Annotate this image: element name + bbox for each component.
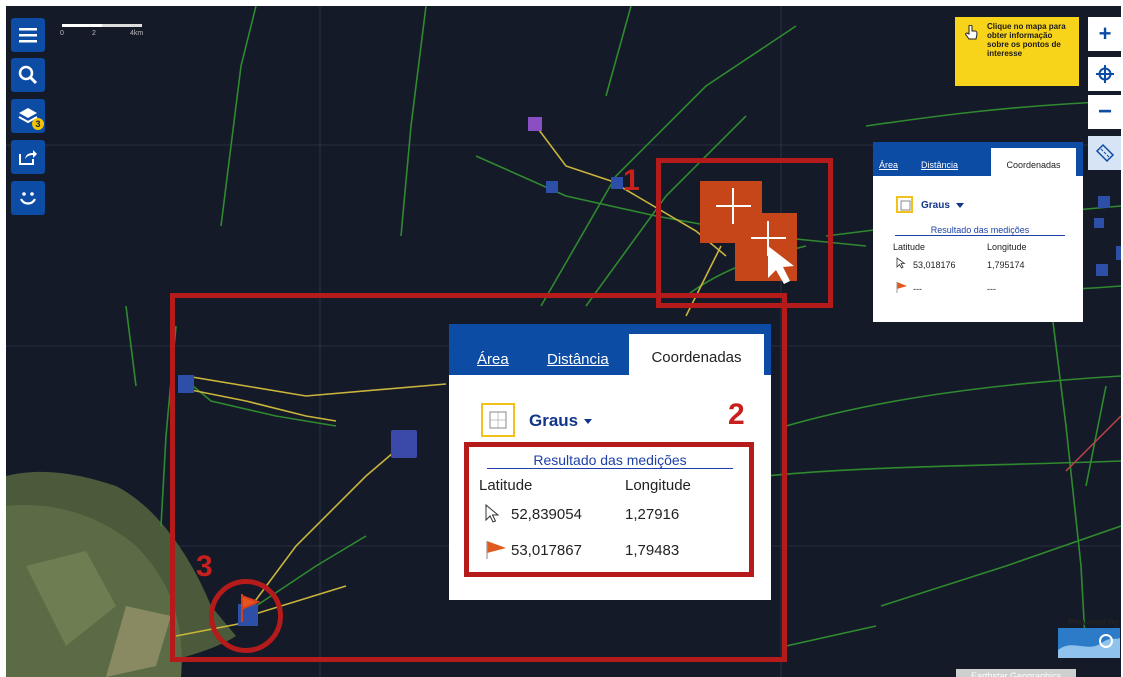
share-icon [19, 150, 37, 165]
search-icon [18, 65, 38, 85]
scale-label: 0 [60, 30, 64, 37]
flag-longitude: --- [987, 284, 996, 294]
tab-distance[interactable]: Distância [921, 160, 958, 170]
hint-text: Clique no mapa para obter informação sob… [987, 22, 1066, 58]
map-info-hint: Clique no mapa para obter informação sob… [955, 17, 1079, 86]
longitude-header: Longitude [987, 242, 1027, 252]
cursor-icon [896, 257, 906, 269]
zoom-in-symbol: + [1098, 21, 1112, 46]
measure-panel-small: Área Distância Coordenadas Graus Resulta… [873, 142, 1083, 322]
annotation-label-2: 2 [728, 398, 745, 431]
annotation-label-1: 1 [623, 164, 640, 197]
tab-coordinates[interactable]: Coordenadas [991, 148, 1076, 176]
locate-button[interactable] [1088, 57, 1121, 91]
cursor-longitude: 1,795174 [987, 260, 1025, 270]
flag-latitude: --- [913, 284, 922, 294]
share-button[interactable] [11, 140, 45, 174]
platform-icon [1116, 246, 1121, 260]
flag-icon [896, 282, 907, 293]
units-label: Graus [921, 200, 950, 211]
platform-icon [1096, 264, 1108, 276]
map-attribution: Earthstar Geographics [956, 669, 1076, 677]
coordinate-grid-icon[interactable] [896, 196, 913, 213]
scale-label: 4km [130, 30, 144, 37]
hand-pointer-icon [965, 25, 978, 40]
annotation-box-2 [464, 442, 754, 577]
platform-icon [528, 117, 542, 131]
latitude-header: Latitude [893, 242, 926, 252]
ruler-icon [1095, 143, 1115, 163]
powered-by-label: Powered by [1068, 617, 1119, 627]
menu-button[interactable] [11, 18, 45, 52]
zoom-out-symbol: − [1097, 98, 1112, 125]
annotation-box-1 [656, 158, 833, 308]
crosshair-icon [1096, 65, 1114, 83]
scale-segment [62, 24, 102, 27]
layers-button[interactable]: 3 [11, 99, 45, 133]
layers-count-badge: 3 [32, 118, 44, 130]
powered-by-logo [1058, 628, 1120, 658]
platform-icon [546, 181, 558, 193]
map-canvas[interactable]: 0 2 4km 3 Clique no mapa para obter info… [6, 6, 1121, 677]
platform-icon [1098, 196, 1110, 208]
hamburger-icon [19, 28, 37, 43]
search-button[interactable] [11, 58, 45, 92]
zoom-in-button[interactable]: + [1088, 17, 1121, 51]
feedback-button[interactable] [11, 181, 45, 215]
smiley-icon [20, 192, 36, 205]
screenshot: 0 2 4km 3 Clique no mapa para obter info… [0, 0, 1123, 677]
chevron-down-icon [955, 202, 964, 208]
results-title: Resultado das medições [895, 225, 1065, 236]
annotation-label-3: 3 [196, 550, 213, 583]
annotation-circle-3 [209, 579, 283, 653]
measure-button[interactable] [1088, 136, 1121, 170]
scale-label: 2 [92, 30, 96, 37]
platform-icon [1094, 218, 1104, 228]
zoom-out-button[interactable]: − [1088, 95, 1121, 129]
red-route [1065, 415, 1121, 472]
tab-area[interactable]: Área [879, 160, 898, 170]
units-dropdown[interactable]: Graus [921, 200, 964, 211]
scale-bar: 0 2 4km [58, 18, 146, 40]
cursor-latitude: 53,018176 [913, 260, 956, 270]
scale-segment [102, 24, 142, 27]
measure-tabs: Área Distância Coordenadas [873, 142, 1083, 176]
platform-icon [611, 177, 623, 189]
